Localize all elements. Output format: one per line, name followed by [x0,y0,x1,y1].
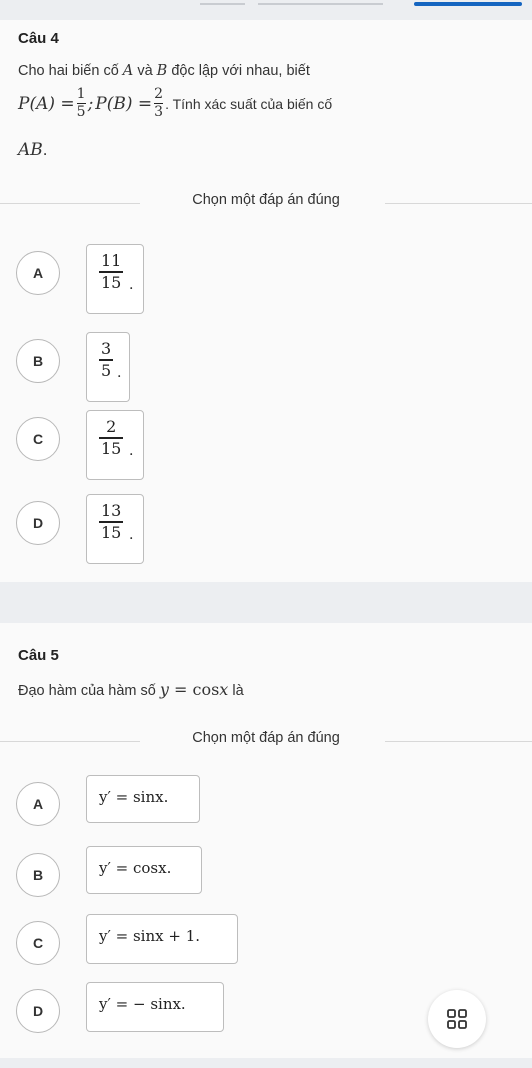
question-grid-button[interactable] [428,990,486,1048]
answer-expression: y′ = sinx. [99,788,169,806]
choose-answer-label: Chọn một đáp án đúng [192,730,340,746]
option-letter[interactable]: A [16,251,60,295]
option-answer-box[interactable]: 3 5 . [86,332,130,402]
option-letter[interactable]: D [16,989,60,1033]
choose-answer-label: Chọn một đáp án đúng [192,192,340,208]
fraction: 13 15 [99,501,124,542]
option-answer-box[interactable]: y′ = sinx. [86,775,200,823]
question-text-line-1: Cho hai biến cố A và B độc lập với nhau,… [18,63,310,79]
progress-segment [200,3,245,5]
choose-answer-divider: Chọn một đáp án đúng [0,730,532,752]
option-letter[interactable]: B [16,339,60,383]
option-letter[interactable]: D [16,501,60,545]
top-progress-strip [0,0,532,20]
question-text-line-3: AB. [18,140,48,160]
option-letter[interactable]: B [16,853,60,897]
option-answer-box[interactable]: y′ = sinx + 1. [86,914,238,964]
grid-icon [447,1009,467,1029]
fraction: 2 15 [99,417,124,458]
option-letter[interactable]: C [16,417,60,461]
option-letter[interactable]: C [16,921,60,965]
option-answer-box[interactable]: y′ = cosx. [86,846,202,894]
option-letter[interactable]: A [16,782,60,826]
option-answer-box[interactable]: 13 15 . [86,494,144,564]
choose-answer-divider: Chọn một đáp án đúng [0,192,532,214]
progress-segment [258,3,383,5]
progress-segment-active [414,2,522,6]
option-answer-box[interactable]: 11 15 . [86,244,144,314]
question-title: Câu 4 [18,30,59,47]
option-answer-box[interactable]: 2 15 . [86,410,144,480]
answer-expression: y′ = sinx + 1. [99,927,201,945]
question-card-4: Câu 4 Cho hai biến cố A và B độc lập với… [0,20,532,582]
option-answer-box[interactable]: y′ = − sinx. [86,982,224,1032]
question-title: Câu 5 [18,647,59,664]
answer-expression: y′ = cosx. [99,859,172,877]
answer-expression: y′ = − sinx. [99,995,186,1013]
fraction-pb: 2 3 [154,86,164,121]
fraction: 3 5 [99,339,114,380]
fraction: 11 15 [99,251,124,292]
fraction-pa: 1 5 [76,86,86,121]
question-text-line-2: P(A) = 1 5 ; P(B) = 2 3 . Tính xác suất … [18,86,333,121]
question-text: Đạo hàm của hàm số y = cosx là [18,680,244,699]
